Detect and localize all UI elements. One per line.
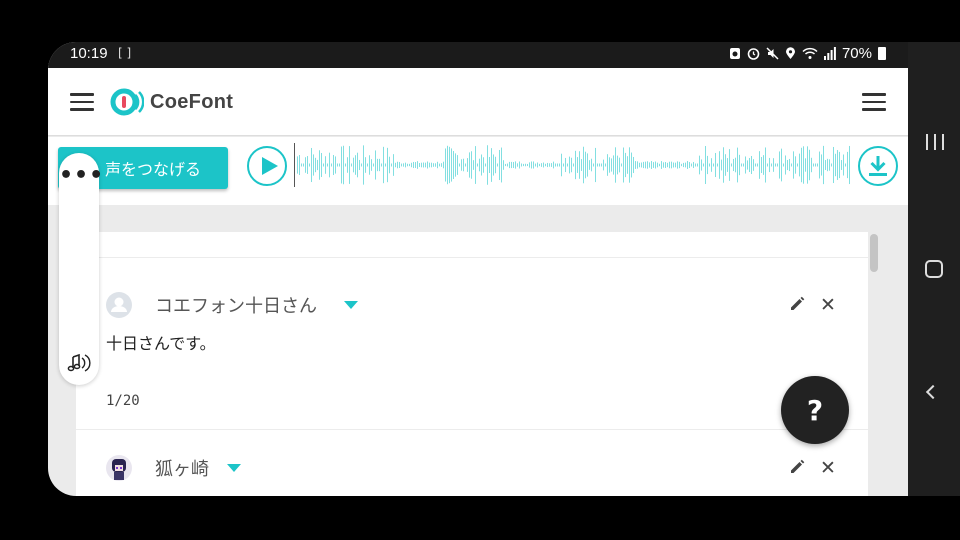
close-icon[interactable]: ✕ — [820, 457, 836, 479]
options-menu-icon[interactable] — [862, 93, 886, 111]
audio-toolbar: 声をつなげる — [48, 137, 908, 205]
edit-icon[interactable] — [788, 295, 806, 313]
speaker-avatar[interactable] — [106, 455, 132, 481]
status-icons: 70% — [729, 45, 886, 62]
coefont-logo-icon — [110, 88, 144, 116]
status-bar: 10:19 [ ] 70% — [48, 42, 908, 68]
card-divider — [76, 257, 868, 258]
download-icon[interactable] — [858, 146, 898, 186]
entry-text[interactable]: 十日さんです。 — [106, 330, 216, 354]
battery-icon — [878, 47, 886, 60]
more-options-icon[interactable]: ••• — [59, 165, 103, 187]
location-icon — [785, 47, 795, 59]
speaker-name[interactable]: コエフォン十日さん — [155, 292, 317, 318]
signal-icon — [823, 47, 836, 60]
home-icon[interactable] — [925, 260, 943, 278]
logo-text: CoeFont — [150, 90, 234, 113]
scrollbar[interactable] — [870, 234, 878, 272]
voice-entries-card: コエフォン十日さん ✕ 十日さんです。 1/20 狐ヶ崎 ✕ — [76, 232, 868, 496]
edit-icon[interactable] — [788, 458, 806, 476]
speaker-dropdown-icon[interactable] — [344, 301, 358, 309]
play-icon[interactable] — [247, 146, 287, 186]
menu-icon[interactable] — [70, 93, 94, 111]
speaker-avatar[interactable] — [106, 292, 132, 318]
close-icon[interactable]: ✕ — [820, 294, 836, 316]
sound-settings-icon[interactable] — [67, 351, 93, 375]
app-notification-icon — [729, 48, 740, 59]
back-icon[interactable] — [925, 384, 941, 400]
app-header: CoeFont — [48, 68, 908, 136]
status-time: 10:19 — [70, 45, 108, 62]
wifi-icon — [802, 47, 818, 59]
recent-apps-icon[interactable] — [926, 134, 944, 150]
system-nav-bar — [908, 42, 960, 496]
alarm-icon — [747, 48, 760, 60]
battery-percent: 70% — [841, 45, 872, 62]
side-floating-menu: ••• — [59, 153, 103, 385]
speaker-name[interactable]: 狐ヶ崎 — [155, 455, 209, 481]
audio-waveform[interactable] — [294, 143, 850, 187]
help-button[interactable]: ? — [781, 376, 849, 444]
screen-record-icon: [ ] — [118, 46, 132, 60]
default-avatar-icon — [111, 297, 127, 312]
download-arrow-icon — [869, 156, 887, 176]
device-frame: 10:19 [ ] 70% CoeFont 声をつなげる ••• コエフォン十日… — [0, 0, 960, 540]
entry-counter: 1/20 — [106, 393, 140, 409]
mute-icon — [766, 47, 779, 60]
speaker-dropdown-icon[interactable] — [227, 464, 241, 472]
entry-divider — [76, 429, 868, 430]
app-screen: 10:19 [ ] 70% CoeFont 声をつなげる ••• コエフォン十日… — [48, 42, 908, 496]
character-avatar-icon — [112, 459, 126, 480]
coefont-logo[interactable]: CoeFont — [110, 88, 233, 116]
